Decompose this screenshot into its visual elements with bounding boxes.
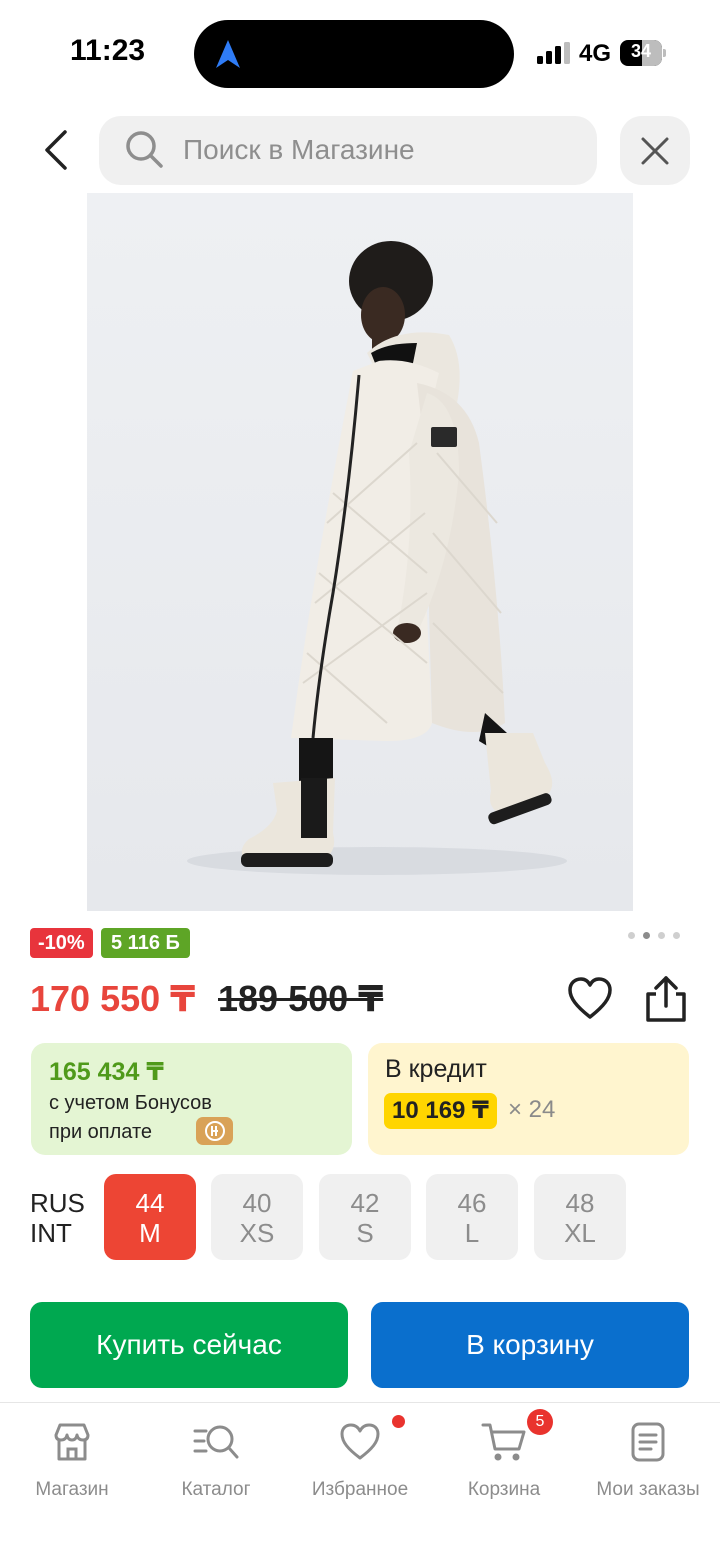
notification-dot <box>392 1415 405 1428</box>
search-icon <box>126 131 163 168</box>
size-rus: 40 <box>242 1188 272 1218</box>
image-pagination-dots <box>628 932 680 939</box>
tab-orders[interactable]: Мои заказы <box>576 1417 720 1517</box>
bonus-price: 165 434 ₸ <box>49 1058 164 1086</box>
bonus-badge: 5 116 Б <box>101 928 190 958</box>
size-int: M <box>139 1218 161 1248</box>
current-price: 170 550 ₸ <box>30 978 196 1019</box>
size-system-int: INT <box>30 1218 72 1248</box>
tab-label: Избранное <box>311 1479 409 1500</box>
tab-label: Каталог <box>181 1479 251 1500</box>
signal-icon <box>537 42 570 64</box>
size-rus: 44 <box>135 1188 165 1218</box>
orders-icon <box>631 1422 665 1462</box>
battery-icon: 34 <box>620 40 666 66</box>
size-rus: 46 <box>457 1188 487 1218</box>
buy-now-button[interactable]: Купить сейчас <box>30 1302 348 1388</box>
back-button[interactable] <box>30 124 82 176</box>
old-price: 189 500 ₸ <box>218 978 384 1019</box>
pagination-dot <box>658 932 665 939</box>
discount-badge: -10% <box>30 928 93 958</box>
tab-label: Магазин <box>35 1479 109 1500</box>
search-bar[interactable] <box>99 116 597 185</box>
credit-title: В кредит <box>385 1055 487 1083</box>
size-option-48[interactable]: 48 XL <box>534 1174 626 1260</box>
size-rus: 48 <box>565 1188 595 1218</box>
favorite-button[interactable] <box>566 976 614 1022</box>
bonus-coin-icon <box>196 1117 233 1145</box>
share-button[interactable] <box>642 974 690 1024</box>
network-type: 4G <box>579 40 612 67</box>
size-option-44[interactable]: 44 M <box>104 1174 196 1260</box>
tab-cart[interactable]: 5 Корзина <box>432 1409 576 1517</box>
credit-months: × 24 <box>508 1096 556 1123</box>
pagination-dot <box>673 932 680 939</box>
tab-label: Мои заказы <box>596 1479 700 1500</box>
status-time: 11:23 <box>70 34 146 67</box>
size-int: L <box>464 1218 480 1248</box>
size-rus: 42 <box>350 1188 380 1218</box>
add-to-cart-button[interactable]: В корзину <box>371 1302 689 1388</box>
chevron-left-icon <box>45 130 67 170</box>
battery-level: 34 <box>630 41 652 61</box>
bottom-tab-bar: Магазин Каталог Избранное 5 Корзина Мои … <box>0 1402 720 1561</box>
tab-store[interactable]: Магазин <box>0 1417 144 1517</box>
tab-favorites[interactable]: Избранное <box>288 1415 432 1517</box>
navigation-arrow-icon <box>216 40 240 68</box>
bonus-caption-line1: с учетом Бонусов <box>49 1092 212 1114</box>
catalog-search-icon <box>193 1425 239 1459</box>
dynamic-island <box>194 20 514 88</box>
share-icon <box>646 976 686 1022</box>
size-option-40[interactable]: 40 XS <box>211 1174 303 1260</box>
size-option-42[interactable]: 42 S <box>319 1174 411 1260</box>
tab-label: Корзина <box>467 1479 541 1500</box>
credit-card[interactable]: В кредит 10 169 ₸ × 24 <box>368 1043 689 1155</box>
credit-monthly-payment: 10 169 ₸ <box>384 1093 497 1129</box>
size-system-rus: RUS <box>30 1188 85 1218</box>
heart-icon <box>340 1423 380 1460</box>
product-image[interactable] <box>87 193 633 911</box>
size-int: XS <box>239 1218 275 1248</box>
store-icon <box>54 1423 90 1461</box>
cart-count-badge: 5 <box>527 1409 553 1435</box>
search-input[interactable] <box>183 128 583 172</box>
cart-icon <box>481 1423 526 1461</box>
size-option-46[interactable]: 46 L <box>426 1174 518 1260</box>
bonus-caption-line2: при оплате <box>49 1121 153 1143</box>
size-system-label: RUS INT <box>30 1188 85 1248</box>
coat-model-illustration <box>187 241 567 875</box>
bonus-price-card[interactable]: 165 434 ₸ с учетом Бонусов при оплате <box>31 1043 352 1155</box>
pagination-dot <box>628 932 635 939</box>
close-search-button[interactable] <box>620 116 690 185</box>
tab-catalog[interactable]: Каталог <box>144 1417 288 1517</box>
pagination-dot-active <box>643 932 650 939</box>
size-int: XL <box>564 1218 596 1248</box>
heart-icon <box>568 977 612 1019</box>
close-icon <box>641 137 669 164</box>
size-int: S <box>356 1218 374 1248</box>
status-bar: 11:23 4G 34 <box>0 0 720 105</box>
